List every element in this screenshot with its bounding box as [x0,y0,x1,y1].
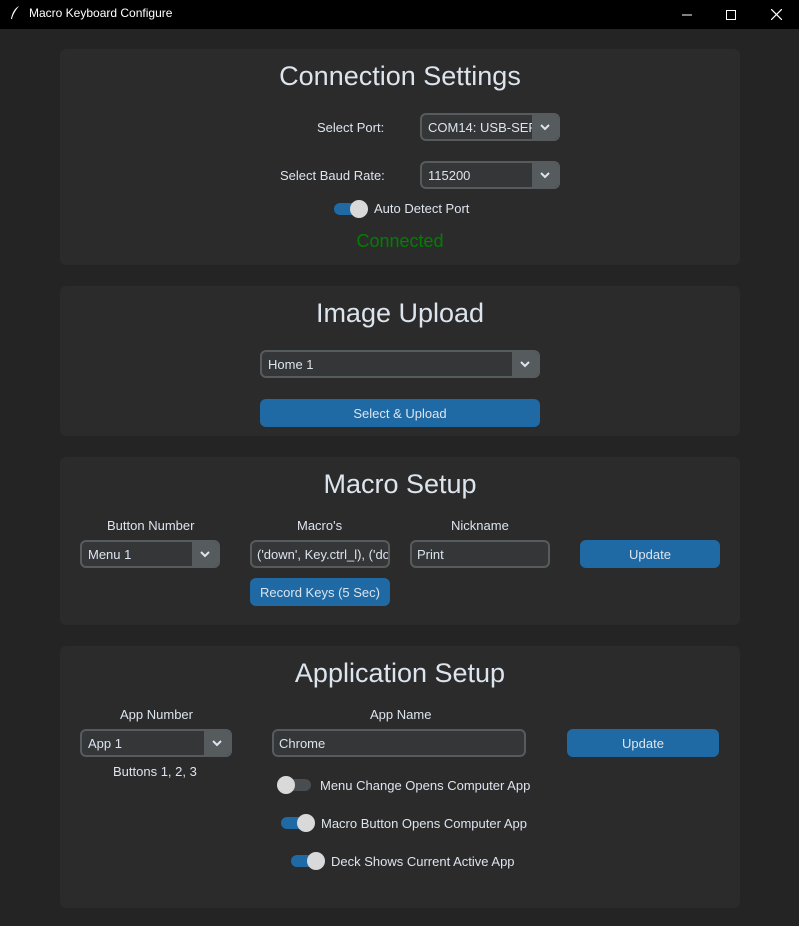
button-number-label: Button Number [107,518,195,533]
select-upload-button[interactable]: Select & Upload [260,399,540,427]
baud-select[interactable]: 115200 [420,161,560,189]
auto-detect-label: Auto Detect Port [374,201,470,216]
close-icon [770,5,782,24]
window-title: Macro Keyboard Configure [29,6,173,20]
chevron-down-icon[interactable] [532,163,558,187]
minimize-button[interactable] [664,0,710,29]
nickname-label: Nickname [451,518,509,533]
image-upload-panel: Image Upload Home 1 Select & Upload [60,286,740,436]
app-number-label: App Number [120,707,193,722]
macro-button-switch[interactable] [281,814,317,832]
record-keys-button[interactable]: Record Keys (5 Sec) [250,578,390,606]
port-label: Select Port: [317,120,385,135]
image-value: Home 1 [268,357,314,372]
app-number-select[interactable]: App 1 [80,729,232,757]
app-name-label: App Name [370,707,432,722]
chevron-down-icon[interactable] [204,731,230,755]
button-number-select[interactable]: Menu 1 [80,540,220,568]
buttons-info: Buttons 1, 2, 3 [113,764,197,779]
app-name-input[interactable] [272,729,526,757]
auto-detect-switch[interactable] [334,200,370,218]
connection-settings-title: Connection Settings [279,61,521,91]
image-select[interactable]: Home 1 [260,350,540,378]
connection-status: Connected [356,231,444,251]
port-value: COM14: USB-SERI [428,120,542,135]
macros-input[interactable] [250,540,390,568]
close-button[interactable] [753,0,799,29]
app-name-field[interactable] [274,731,524,755]
app-number-value: App 1 [88,736,122,751]
chevron-down-icon[interactable] [192,542,218,566]
menu-change-label: Menu Change Opens Computer App [320,778,531,793]
macros-label: Macro's [297,518,343,533]
app-update-button[interactable]: Update [567,729,719,757]
application-setup-panel: Application Setup App Number App 1 Butto… [60,646,740,908]
macro-button-label: Macro Button Opens Computer App [321,816,527,831]
macro-setup-panel: Macro Setup Button Number Menu 1 Macro's… [60,457,740,625]
chevron-down-icon[interactable] [532,115,558,139]
maximize-button[interactable] [708,0,754,29]
menu-change-switch[interactable] [277,776,313,794]
macro-update-button[interactable]: Update [580,540,720,568]
connection-settings-panel: Connection Settings Select Port: COM14: … [60,49,740,265]
chevron-down-icon[interactable] [512,352,538,376]
nickname-input[interactable] [410,540,550,568]
deck-shows-switch[interactable] [291,852,327,870]
macro-setup-title: Macro Setup [323,469,477,499]
minimize-icon [682,5,692,24]
baud-value: 115200 [428,168,471,183]
deck-shows-label: Deck Shows Current Active App [331,854,515,869]
macros-field[interactable] [252,542,388,566]
baud-label: Select Baud Rate: [280,168,385,183]
nickname-field[interactable] [412,542,548,566]
button-number-value: Menu 1 [88,547,132,562]
feather-icon [9,5,21,21]
title-bar: Macro Keyboard Configure [0,0,799,29]
port-select[interactable]: COM14: USB-SERI [420,113,560,141]
maximize-icon [726,5,736,24]
application-setup-title: Application Setup [294,658,506,688]
image-upload-title: Image Upload [315,298,485,328]
